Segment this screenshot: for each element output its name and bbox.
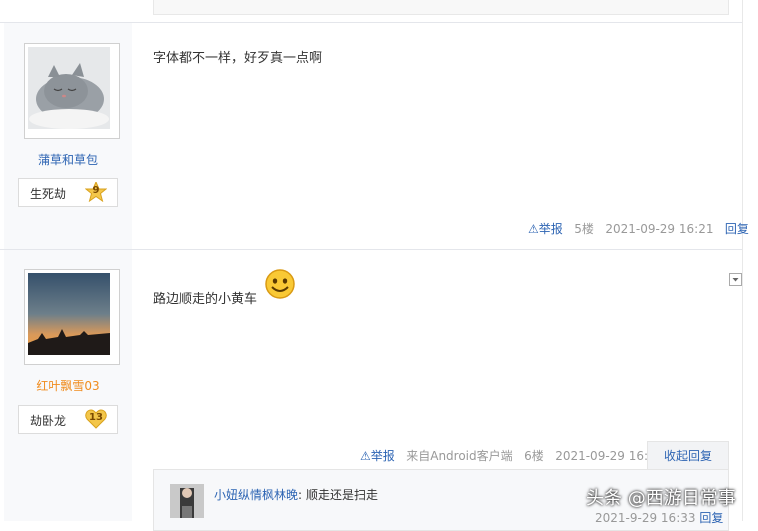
author-panel: 红叶飘雪03 劫卧龙 13 [4,250,132,521]
post-content: 路边顺走的小黄车 [153,288,257,307]
cat-photo [28,47,110,129]
previous-reply-box [153,0,729,15]
warning-icon: ⚠ [528,222,539,236]
avatar[interactable] [24,43,120,139]
right-divider [742,0,743,521]
badge-title: 生死劫 [30,187,67,201]
level-star-icon: 9 [85,182,107,202]
chevron-down-icon [732,278,739,282]
sub-reply-username[interactable]: 小妞纵情枫林晚: [214,486,302,503]
badge-title: 劫卧龙 [30,414,67,428]
sub-reply-time: 2021-9-29 16:33 [595,511,696,525]
warning-icon: ⚠ [360,449,371,463]
sub-reply-reply-link[interactable]: 回复 [699,511,723,525]
level-badge[interactable]: 生死劫 9 [18,178,118,207]
sub-reply-text: 顺走还是扫走 [306,488,379,502]
report-link[interactable]: 举报 [539,222,563,236]
floor-number: 6楼 [524,449,544,463]
collapse-replies-button[interactable]: 收起回复 [647,441,729,470]
post-text: 路边顺走的小黄车 [153,292,258,307]
avatar[interactable] [24,269,120,365]
author-panel: 蒲草和草包 生死劫 9 [4,23,132,249]
post-options-dropdown[interactable] [729,273,742,286]
smiley-emoji-icon [265,269,295,299]
level-number: 9 [92,185,100,196]
sub-reply-avatar[interactable] [170,484,204,518]
post-tail: ⚠举报 来自Android客户端 6楼 2021-09-29 16:31 [360,447,663,464]
post-tail: ⚠举报 5楼 2021-09-29 16:21 回复 [528,220,749,237]
post-content: 字体都不一样，好歹真一点啊 [153,51,323,66]
level-number: 13 [89,412,103,423]
level-badge[interactable]: 劫卧龙 13 [18,405,118,434]
level-heart-icon: 13 [85,409,107,429]
sunset-photo [28,273,110,355]
post-time: 2021-09-29 16:21 [605,222,714,236]
sub-reply-meta: 2021-9-29 16:33 回复 [595,509,723,526]
reply-link[interactable]: 回复 [725,222,749,236]
client-source: 来自Android客户端 [406,449,513,463]
username[interactable]: 蒲草和草包 [4,151,132,168]
username[interactable]: 红叶飘雪03 [4,377,132,394]
watermark: 头条 @西游日常事 [586,488,736,509]
report-link[interactable]: 举报 [371,449,395,463]
floor-number: 5楼 [574,222,594,236]
